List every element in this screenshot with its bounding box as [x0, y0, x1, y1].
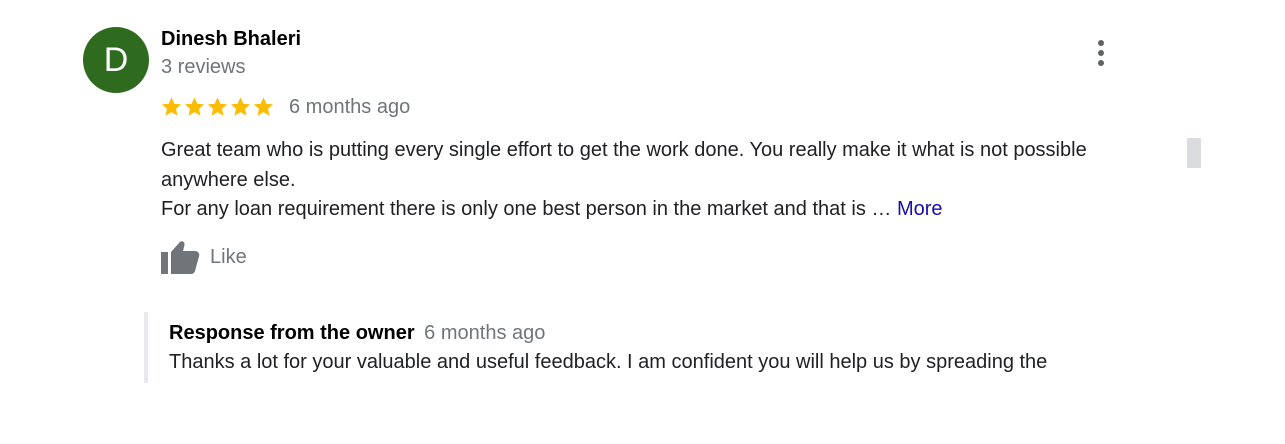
like-button[interactable]: Like [160, 238, 247, 276]
star-icon [230, 97, 251, 116]
rating-row: 6 months ago [160, 93, 410, 121]
review-text: Great team who is putting every single e… [161, 136, 1171, 225]
star-icon [207, 97, 228, 116]
star-icon [161, 97, 182, 116]
avatar[interactable]: D [83, 27, 149, 93]
like-label: Like [210, 245, 247, 268]
review-count[interactable]: 3 reviews [161, 56, 245, 79]
response-header: Response from the owner 6 months ago [169, 322, 545, 345]
star-icon [184, 97, 205, 116]
star-icon [253, 97, 274, 116]
thumbs-up-icon [161, 241, 200, 274]
author-name[interactable]: Dinesh Bhaleri [161, 28, 301, 51]
more-link[interactable]: More [897, 198, 943, 220]
response-text: Thanks a lot for your valuable and usefu… [169, 351, 1048, 373]
review-text-line-1: Great team who is putting every single e… [161, 139, 1087, 191]
star-rating [160, 96, 275, 118]
review-text-truncated: For any loan requirement there is only o… [161, 198, 897, 220]
response-title: Response from the owner [169, 322, 415, 344]
owner-response: Response from the owner 6 months ago Tha… [144, 312, 1148, 383]
review-text-line-2: For any loan requirement there is only o… [161, 195, 1171, 225]
review-date: 6 months ago [289, 95, 411, 118]
review-card: D Dinesh Bhaleri 3 reviews 6 months ago … [0, 0, 1285, 444]
scrollbar-thumb[interactable] [1187, 138, 1201, 168]
response-date: 6 months ago [424, 322, 546, 344]
more-vertical-icon[interactable] [1090, 38, 1112, 68]
